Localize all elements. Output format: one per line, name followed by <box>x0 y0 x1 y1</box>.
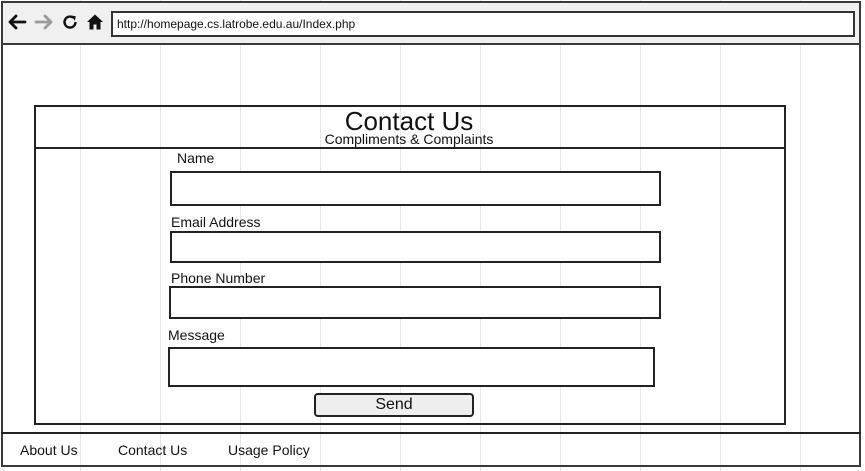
message-label: Message <box>168 327 225 343</box>
footer-link-usage-policy[interactable]: Usage Policy <box>228 441 310 459</box>
footer-link-about-us[interactable]: About Us <box>20 441 78 459</box>
reload-button[interactable] <box>59 11 81 33</box>
page-subtitle: Compliments & Complaints <box>324 131 494 147</box>
address-bar[interactable]: http://homepage.cs.latrobe.edu.au/Index.… <box>111 11 855 37</box>
back-button[interactable] <box>6 11 28 33</box>
home-icon <box>87 14 103 30</box>
forward-button[interactable] <box>33 11 55 33</box>
email-label: Email Address <box>171 214 261 230</box>
home-button[interactable] <box>84 11 106 33</box>
name-label: Name <box>177 150 215 166</box>
phone-label: Phone Number <box>171 270 266 286</box>
arrow-left-icon <box>8 14 27 30</box>
arrow-right-icon <box>34 14 53 30</box>
message-field[interactable] <box>168 347 655 387</box>
phone-field[interactable] <box>169 286 661 319</box>
url-text: http://homepage.cs.latrobe.edu.au/Index.… <box>117 17 356 31</box>
header-divider <box>34 147 784 149</box>
email-field[interactable] <box>170 231 661 263</box>
footer-link-contact-us[interactable]: Contact Us <box>118 441 187 459</box>
send-button[interactable]: Send <box>314 393 474 417</box>
name-field[interactable] <box>170 171 661 206</box>
reload-icon <box>63 15 77 29</box>
